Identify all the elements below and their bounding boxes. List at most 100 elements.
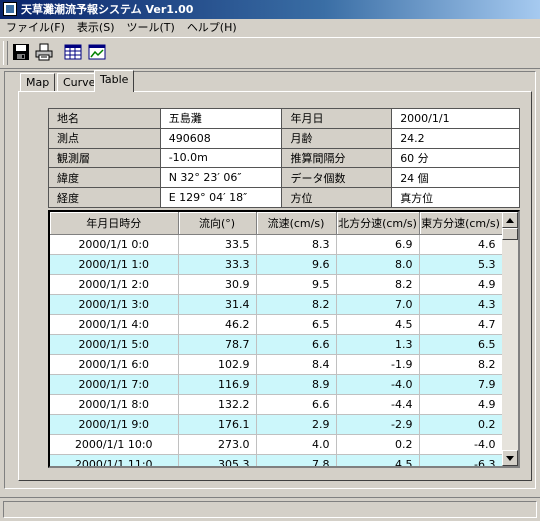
table-cell: 8.9 bbox=[256, 374, 337, 395]
table-cell: 4.7 bbox=[419, 314, 503, 335]
column-header-north-speed[interactable]: 北方分速(cm/s) bbox=[336, 212, 420, 235]
table-cell: 6.5 bbox=[256, 314, 337, 335]
table-cell: 305.3 bbox=[178, 454, 257, 466]
table-cell: 4.5 bbox=[336, 314, 420, 335]
column-header-direction[interactable]: 流向(°) bbox=[178, 212, 257, 235]
table-cell: 8.0 bbox=[336, 254, 420, 275]
chart-view-button[interactable] bbox=[86, 41, 108, 63]
scroll-down-button[interactable] bbox=[502, 450, 518, 466]
interval-label: 推算間隔分 bbox=[281, 147, 393, 169]
current-table: 年月日時分 流向(°) 流速(cm/s) 北方分速(cm/s) 東方分速(cm/… bbox=[50, 212, 503, 466]
table-cell: 2000/1/1 1:0 bbox=[50, 254, 179, 275]
scroll-thumb[interactable] bbox=[502, 228, 518, 240]
table-row[interactable]: 2000/1/1 8:0 132.2 6.6 -4.4 4.9 bbox=[50, 394, 503, 415]
vertical-scrollbar[interactable] bbox=[502, 212, 518, 466]
table-row[interactable]: 2000/1/1 4:0 46.2 6.5 4.5 4.7 bbox=[50, 314, 503, 335]
table-cell: 132.2 bbox=[178, 394, 257, 415]
table-row[interactable]: 2000/1/1 5:0 78.7 6.6 1.3 6.5 bbox=[50, 334, 503, 355]
print-button[interactable] bbox=[33, 41, 55, 63]
table-view-button[interactable] bbox=[62, 41, 84, 63]
table-row[interactable]: 2000/1/1 3:0 31.4 8.2 7.0 4.3 bbox=[50, 294, 503, 315]
scroll-up-button[interactable] bbox=[502, 212, 518, 228]
interval-value: 60 分 bbox=[391, 147, 520, 169]
tab-map-label: Map bbox=[26, 76, 50, 89]
table-row[interactable]: 2000/1/1 11:0 305.3 7.8 4.5 -6.3 bbox=[50, 454, 503, 466]
table-cell: -2.9 bbox=[336, 414, 420, 435]
column-header-speed[interactable]: 流速(cm/s) bbox=[256, 212, 337, 235]
table-row[interactable]: 2000/1/1 9:0 176.1 2.9 -2.9 0.2 bbox=[50, 414, 503, 435]
table-cell: 4.9 bbox=[419, 394, 503, 415]
table-cell: 30.9 bbox=[178, 274, 257, 295]
table-cell: 6.9 bbox=[336, 234, 420, 255]
layer-label: 観測層 bbox=[48, 147, 161, 169]
bearing-label: 方位 bbox=[281, 187, 393, 208]
arrow-down-icon bbox=[506, 455, 514, 461]
table-cell: 1.3 bbox=[336, 334, 420, 355]
status-bar bbox=[0, 497, 540, 521]
table-cell: -4.4 bbox=[336, 394, 420, 415]
table-cell: 2000/1/1 0:0 bbox=[50, 234, 179, 255]
table-row[interactable]: 2000/1/1 10:0 273.0 4.0 0.2 -4.0 bbox=[50, 434, 503, 455]
moon-age-value: 24.2 bbox=[391, 127, 520, 149]
moon-age-label: 月齢 bbox=[281, 127, 393, 149]
table-cell: 102.9 bbox=[178, 354, 257, 375]
table-cell: 4.0 bbox=[256, 434, 337, 455]
menu-tools[interactable]: ツール(T) bbox=[121, 19, 181, 37]
tab-curve-label: Curve bbox=[63, 76, 96, 89]
table-cell: 8.4 bbox=[256, 354, 337, 375]
table-cell: 0.2 bbox=[336, 434, 420, 455]
menu-view[interactable]: 表示(S) bbox=[71, 19, 121, 37]
table-cell: 78.7 bbox=[178, 334, 257, 355]
table-cell: 4.5 bbox=[336, 454, 420, 466]
table-row[interactable]: 2000/1/1 7:0 116.9 8.9 -4.0 7.9 bbox=[50, 374, 503, 395]
table-row[interactable]: 2000/1/1 0:0 33.5 8.3 6.9 4.6 bbox=[50, 234, 503, 255]
save-icon bbox=[13, 44, 29, 60]
table-cell: 6.6 bbox=[256, 334, 337, 355]
table-cell: 8.2 bbox=[256, 294, 337, 315]
table-cell: 4.6 bbox=[419, 234, 503, 255]
toolbar-grip[interactable] bbox=[3, 41, 8, 65]
menu-file[interactable]: ファイル(F) bbox=[0, 19, 71, 37]
table-cell: -6.3 bbox=[419, 454, 503, 466]
date-value: 2000/1/1 bbox=[391, 108, 520, 129]
table-cell: 8.3 bbox=[256, 234, 337, 255]
table-cell: 5.3 bbox=[419, 254, 503, 275]
current-data-grid[interactable]: 年月日時分 流向(°) 流速(cm/s) 北方分速(cm/s) 東方分速(cm/… bbox=[48, 210, 520, 468]
column-header-datetime[interactable]: 年月日時分 bbox=[50, 212, 179, 235]
table-cell: -4.0 bbox=[336, 374, 420, 395]
tab-map[interactable]: Map bbox=[20, 73, 56, 91]
table-row[interactable]: 2000/1/1 1:0 33.3 9.6 8.0 5.3 bbox=[50, 254, 503, 275]
print-icon bbox=[35, 43, 53, 61]
toolbar bbox=[0, 37, 540, 69]
table-row[interactable]: 2000/1/1 2:0 30.9 9.5 8.2 4.9 bbox=[50, 274, 503, 295]
table-cell: 7.0 bbox=[336, 294, 420, 315]
status-pane bbox=[3, 501, 537, 518]
table-cell: 7.9 bbox=[419, 374, 503, 395]
table-cell: 4.9 bbox=[419, 274, 503, 295]
date-label: 年月日 bbox=[281, 108, 393, 129]
table-cell: 2000/1/1 9:0 bbox=[50, 414, 179, 435]
table-body: 2000/1/1 0:0 33.5 8.3 6.9 4.6 2000/1/1 1:0 33.… bbox=[50, 234, 503, 466]
station-value: 490608 bbox=[159, 127, 283, 149]
table-cell: 4.3 bbox=[419, 294, 503, 315]
menu-help[interactable]: ヘルプ(H) bbox=[181, 19, 243, 37]
longitude-value: E 129° 04′ 18″ bbox=[159, 187, 283, 208]
table-cell: 6.6 bbox=[256, 394, 337, 415]
tab-table-label: Table bbox=[100, 73, 129, 86]
tab-table[interactable]: Table bbox=[94, 70, 135, 92]
data-count-label: データ個数 bbox=[281, 167, 393, 189]
menu-bar: ファイル(F) 表示(S) ツール(T) ヘルプ(H) bbox=[0, 19, 540, 37]
table-cell: 7.8 bbox=[256, 454, 337, 466]
table-cell: 31.4 bbox=[178, 294, 257, 315]
station-info-table: 地名 五島灘 年月日 2000/1/1 測点 490608 月齢 24.2 観測… bbox=[48, 108, 520, 208]
table-cell: 2000/1/1 8:0 bbox=[50, 394, 179, 415]
chart-icon bbox=[88, 44, 106, 60]
table-cell: 33.5 bbox=[178, 234, 257, 255]
table-cell: 176.1 bbox=[178, 414, 257, 435]
table-row[interactable]: 2000/1/1 6:0 102.9 8.4 -1.9 8.2 bbox=[50, 354, 503, 375]
save-button[interactable] bbox=[10, 41, 32, 63]
table-cell: 2000/1/1 10:0 bbox=[50, 434, 179, 455]
table-cell: 2000/1/1 11:0 bbox=[50, 454, 179, 466]
column-header-east-speed[interactable]: 東方分速(cm/s) bbox=[419, 212, 503, 235]
table-cell: 2000/1/1 5:0 bbox=[50, 334, 179, 355]
